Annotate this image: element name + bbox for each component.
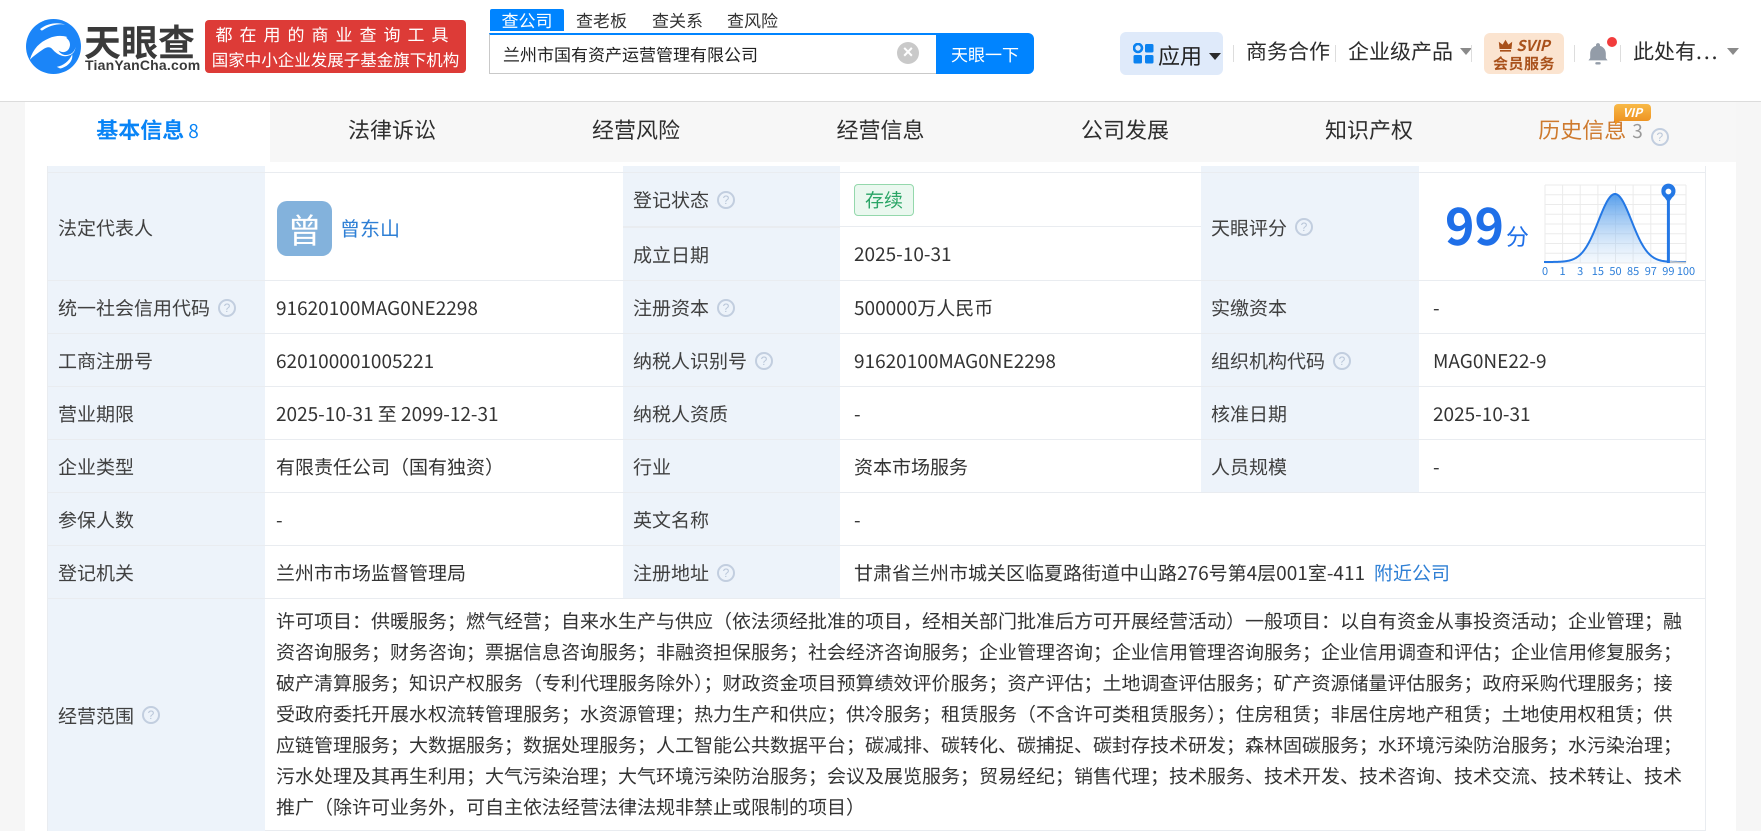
svg-text:97: 97 [1645, 263, 1657, 279]
svg-text:0: 0 [1542, 263, 1548, 279]
svg-text:99: 99 [1662, 263, 1674, 279]
svg-text:85: 85 [1627, 263, 1639, 279]
svg-text:1: 1 [1560, 263, 1566, 279]
svg-text:15: 15 [1592, 263, 1604, 279]
svg-text:50: 50 [1609, 263, 1621, 279]
svg-text:3: 3 [1577, 263, 1583, 279]
svg-text:100: 100 [1677, 263, 1695, 279]
